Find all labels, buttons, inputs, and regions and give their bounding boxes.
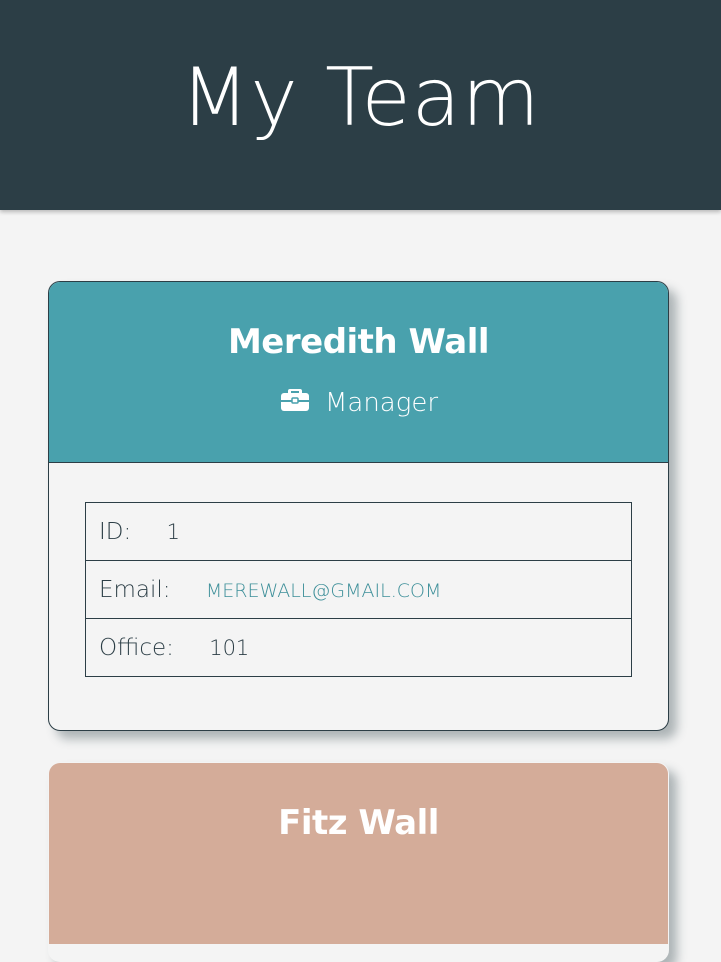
id-label: ID: [99,518,132,545]
email-link[interactable]: MEREWALL@GMAIL.COM [206,580,441,602]
member-role: Manager [49,388,668,418]
office-label: Office: [99,634,174,661]
team-member-card: Fitz Wall [48,762,669,962]
member-name: Fitz Wall [278,803,439,843]
table-row: Office: 101 [85,618,632,677]
team-member-card: Meredith Wall Manager ID: 1 Email: MEREW… [48,281,669,731]
page-title: My Team [180,50,541,144]
page-header: My Team [0,0,721,210]
role-label: Manager [324,388,439,418]
id-value: 1 [166,519,180,544]
member-name: Meredith Wall [227,322,490,362]
card-body: ID: 1 Email: MEREWALL@GMAIL.COM Office: … [49,463,668,677]
table-row: ID: 1 [85,502,632,561]
email-label: Email: [99,576,171,603]
member-info-table: ID: 1 Email: MEREWALL@GMAIL.COM Office: … [85,502,632,677]
table-row: Email: MEREWALL@GMAIL.COM [85,560,632,619]
office-value: 101 [209,635,250,660]
card-header: Fitz Wall [49,763,668,944]
briefcase-icon [279,385,311,413]
card-header: Meredith Wall Manager [49,282,668,463]
